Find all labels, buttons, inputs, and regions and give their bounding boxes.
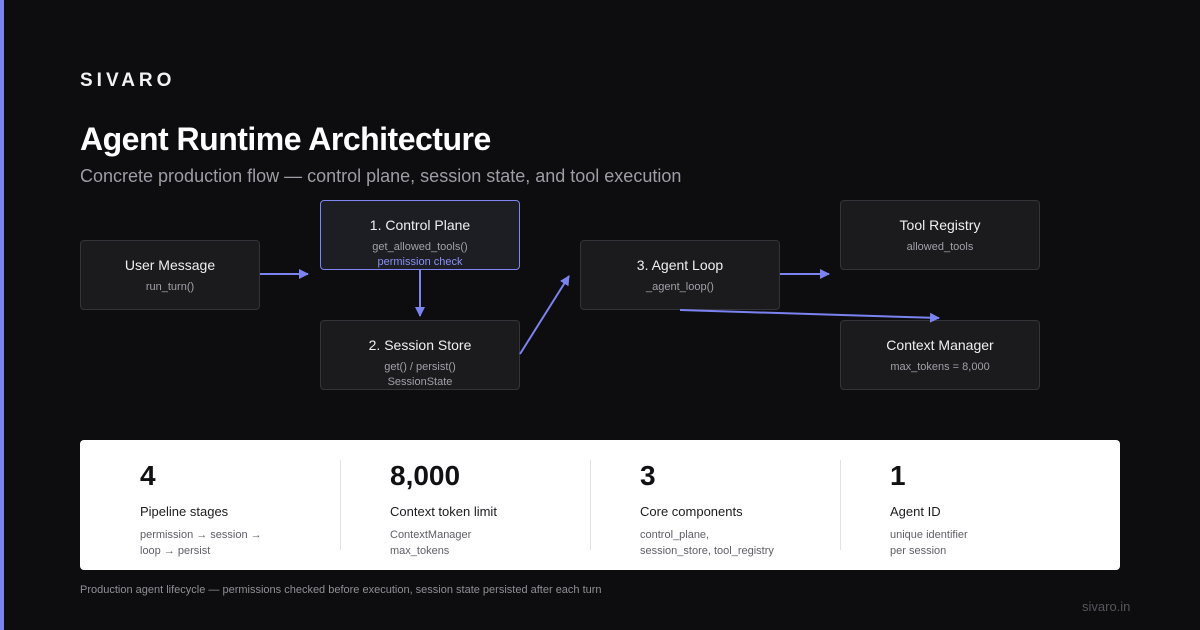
stat-description: ContextManager max_tokens (390, 529, 472, 557)
stat-description: permission → session → loop → persist (140, 529, 262, 557)
node-sub: run_turn() (145, 281, 195, 293)
stat-divider (340, 460, 341, 550)
node-note: permission check (377, 256, 463, 268)
node-user-message: User Message run_turn() (80, 240, 260, 310)
node-agent-loop: 3. Agent Loop _agent_loop() (580, 240, 780, 310)
stat-label: Context token limit (390, 504, 497, 519)
node-control-plane: 1. Control Plane get_allowed_tools() per… (320, 200, 520, 270)
stat-label: Pipeline stages (140, 504, 229, 519)
stat-value: 8,000 (390, 460, 461, 491)
node-sub: allowed_tools (906, 241, 974, 253)
stat-divider (840, 460, 841, 550)
node-sub-secondary: SessionState (387, 376, 453, 388)
node-tool-registry: Tool Registry allowed_tools (840, 200, 1040, 270)
node-title: 2. Session Store (368, 337, 472, 353)
stat-value: 4 (140, 460, 156, 491)
node-sub: get_allowed_tools() (372, 241, 468, 253)
arrow-session-to-loop (519, 275, 570, 355)
stat-value: 1 (890, 460, 906, 491)
node-sub: get() / persist() (384, 361, 456, 373)
accent-bar (0, 0, 4, 630)
node-title: User Message (124, 257, 216, 273)
brand-logo: SIVARO (80, 70, 176, 91)
arrow-loop-to-context (679, 309, 940, 323)
stat-core-components: 3 Core components control_plane, session_… (640, 460, 840, 559)
page-title: Agent Runtime Architecture (80, 121, 491, 157)
node-title: 1. Control Plane (369, 217, 471, 233)
footer-url: sivaro.in (1082, 599, 1131, 614)
node-title: Tool Registry (899, 217, 981, 233)
node-title: 3. Agent Loop (636, 257, 724, 273)
node-title: Context Manager (886, 337, 994, 353)
stat-label: Core components (640, 504, 743, 519)
stat-description: unique identifier per session (890, 529, 968, 557)
stat-description: control_plane, session_store, tool_regist… (640, 529, 774, 557)
footer-note: Production agent lifecycle — permissions… (80, 584, 602, 596)
stat-agent-id: 1 Agent ID unique identifier per session (890, 460, 1090, 559)
stat-label: Agent ID (890, 504, 941, 519)
stat-divider (590, 460, 591, 550)
stat-pipeline-stages: 4 Pipeline stages permission → session →… (140, 460, 340, 559)
node-session-store: 2. Session Store get() / persist() Sessi… (320, 320, 520, 390)
node-sub: max_tokens = 8,000 (890, 361, 990, 373)
stat-context-token-limit: 8,000 Context token limit ContextManager… (390, 460, 590, 559)
stats-card: 4 Pipeline stages permission → session →… (80, 440, 1120, 570)
node-context-manager: Context Manager max_tokens = 8,000 (840, 320, 1040, 390)
page-subtitle: Concrete production flow — control plane… (80, 166, 682, 186)
stat-value: 3 (640, 460, 656, 491)
node-sub: _agent_loop() (646, 281, 714, 293)
